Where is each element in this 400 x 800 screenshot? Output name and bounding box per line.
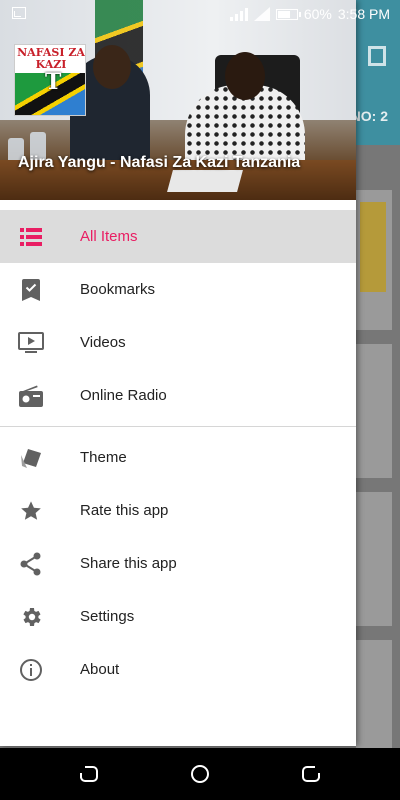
radio-icon — [18, 383, 44, 409]
background-counter: NO: 2 — [350, 108, 388, 124]
share-icon — [18, 551, 44, 577]
video-icon — [18, 330, 44, 356]
list-icon — [18, 224, 44, 250]
logo-text: NAFASI ZA KAZI — [17, 46, 85, 71]
logo-letter: T — [45, 69, 62, 95]
menu-item-all-items[interactable]: All Items — [0, 210, 356, 263]
drawer-header-title: Ajira Yangu - Nafasi Za Kazi Tanzania — [18, 154, 301, 171]
battery-percent: 60% — [303, 6, 332, 22]
drawer-header: NAFASI ZA KAZI T Ajira Yangu - Nafasi Za… — [0, 0, 356, 200]
background-card — [356, 190, 392, 330]
clock: 3:58 PM — [337, 6, 390, 22]
menu-item-label: Online Radio — [80, 387, 167, 404]
menu-item-label: About — [80, 661, 120, 678]
background-card — [356, 344, 392, 478]
menu-item-share-app[interactable]: Share this app — [0, 537, 356, 590]
menu-item-online-radio[interactable]: Online Radio — [0, 369, 356, 422]
screenshot-icon — [12, 7, 26, 19]
battery-icon — [275, 8, 301, 20]
info-icon — [18, 657, 44, 683]
menu-item-label: Videos — [80, 334, 126, 351]
bookmark-icon — [18, 277, 44, 303]
menu-item-videos[interactable]: Videos — [0, 316, 356, 369]
drawer-menu: All Items Bookmarks Videos Online Radio — [0, 210, 356, 696]
menu-item-theme[interactable]: Theme — [0, 431, 356, 484]
view-toggle-icon — [368, 46, 386, 66]
menu-item-settings[interactable]: Settings — [0, 590, 356, 643]
menu-item-bookmarks[interactable]: Bookmarks — [0, 263, 356, 316]
home-icon[interactable] — [188, 762, 212, 786]
signal-icon — [229, 7, 248, 21]
status-bar: 60% 3:58 PM — [0, 0, 400, 28]
gear-icon — [18, 604, 44, 630]
menu-item-label: Settings — [80, 608, 135, 625]
background-card — [356, 640, 392, 748]
back-icon[interactable] — [77, 762, 101, 786]
menu-item-label: Share this app — [80, 555, 177, 572]
menu-item-rate-app[interactable]: Rate this app — [0, 484, 356, 537]
menu-item-label: Theme — [80, 449, 127, 466]
background-card — [356, 492, 392, 626]
navigation-drawer: NAFASI ZA KAZI T Ajira Yangu - Nafasi Za… — [0, 0, 356, 746]
menu-item-label: Bookmarks — [80, 281, 156, 298]
star-icon — [18, 498, 44, 524]
recents-icon[interactable] — [299, 762, 323, 786]
system-navigation-bar — [0, 748, 400, 800]
wifi-signal-icon — [253, 7, 270, 21]
menu-divider — [0, 426, 356, 427]
theme-icon — [18, 445, 44, 471]
menu-item-label: Rate this app — [80, 502, 169, 519]
menu-item-about[interactable]: About — [0, 643, 356, 696]
app-logo: NAFASI ZA KAZI T — [14, 44, 86, 116]
menu-item-label: All Items — [80, 228, 138, 245]
